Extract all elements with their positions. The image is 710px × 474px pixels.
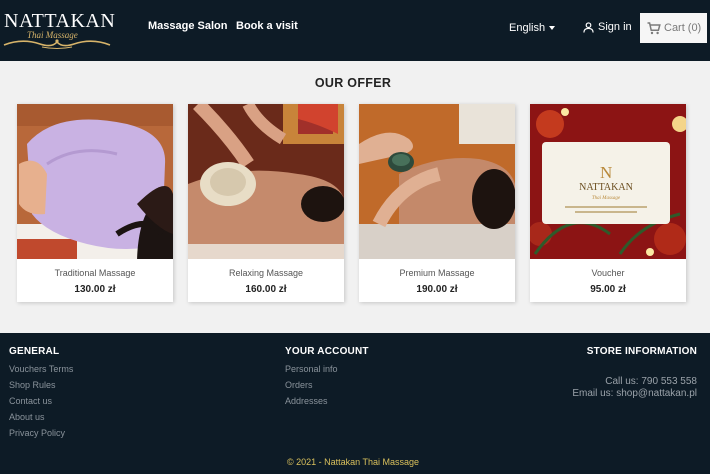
svg-text:N: N <box>600 163 612 182</box>
product-card-relaxing-massage[interactable]: Relaxing Massage 160.00 zł <box>188 104 344 302</box>
cart-button[interactable]: Cart (0) <box>640 13 707 43</box>
footer-link-about-us[interactable]: About us <box>9 412 45 422</box>
svg-text:Thai Massage: Thai Massage <box>592 196 621 201</box>
footer-link-privacy-policy[interactable]: Privacy Policy <box>9 428 65 438</box>
phone-label: Call us: <box>605 376 639 387</box>
product-card-traditional-massage[interactable]: Traditional Massage 130.00 zł <box>17 104 173 302</box>
language-label: English <box>509 22 546 34</box>
sign-in-label: Sign in <box>598 21 632 33</box>
product-image[interactable]: N NATTAKAN Thai Massage <box>530 104 686 259</box>
shopping-cart-icon <box>647 21 661 34</box>
footer-link-shop-rules[interactable]: Shop Rules <box>9 380 56 390</box>
svg-text:NATTAKAN: NATTAKAN <box>579 182 633 193</box>
site-footer: GENERAL Vouchers Terms Shop Rules Contac… <box>0 333 710 474</box>
cart-label: Cart <box>664 22 685 34</box>
footer-link-addresses[interactable]: Addresses <box>285 396 328 406</box>
nav-book-a-visit[interactable]: Book a visit <box>236 20 298 32</box>
logo-ornament-icon <box>3 39 111 49</box>
product-name[interactable]: Voucher <box>530 268 686 278</box>
product-price: 160.00 zł <box>245 284 287 295</box>
product-image[interactable] <box>17 104 173 259</box>
product-price: 95.00 zł <box>590 284 626 295</box>
cart-count: (0) <box>687 22 702 34</box>
footer-link-contact-us[interactable]: Contact us <box>9 396 52 406</box>
store-email-line: Email us: shop@nattakan.pl <box>572 388 697 399</box>
footer-store-title: STORE INFORMATION <box>586 346 697 357</box>
product-price: 130.00 zł <box>74 284 116 295</box>
store-phone-line: Call us: 790 553 558 <box>605 376 697 387</box>
copyright-text: © 2021 - Nattakan Thai Massage <box>286 457 420 467</box>
language-selector[interactable]: English <box>509 22 556 34</box>
footer-general-title: GENERAL <box>9 346 60 357</box>
nav-massage-salon[interactable]: Massage Salon <box>148 20 227 32</box>
store-email[interactable]: shop@nattakan.pl <box>616 388 697 399</box>
chevron-down-icon <box>549 26 556 31</box>
product-card-voucher[interactable]: N NATTAKAN Thai Massage Voucher 95.00 zł <box>530 104 686 302</box>
product-card-premium-massage[interactable]: Premium Massage 190.00 zł <box>359 104 515 302</box>
offer-title: OUR OFFER <box>314 76 392 90</box>
nattakan-logo[interactable]: NATTAKAN Thai Massage <box>2 10 115 52</box>
footer-link-vouchers-terms[interactable]: Vouchers Terms <box>9 364 73 374</box>
email-label: Email us: <box>572 388 614 399</box>
product-name[interactable]: Premium Massage <box>359 268 515 278</box>
product-name[interactable]: Traditional Massage <box>17 268 173 278</box>
site-header: NATTAKAN Thai Massage Massage Salon Book… <box>0 0 710 61</box>
footer-account-title: YOUR ACCOUNT <box>285 346 369 357</box>
product-name[interactable]: Relaxing Massage <box>188 268 344 278</box>
user-icon <box>583 21 594 33</box>
product-price: 190.00 zł <box>416 284 458 295</box>
store-phone[interactable]: 790 553 558 <box>641 376 697 387</box>
sign-in-link[interactable]: Sign in <box>583 21 632 33</box>
footer-link-orders[interactable]: Orders <box>285 380 313 390</box>
footer-link-personal-info[interactable]: Personal info <box>285 364 338 374</box>
product-image[interactable] <box>188 104 344 259</box>
product-image[interactable] <box>359 104 515 259</box>
